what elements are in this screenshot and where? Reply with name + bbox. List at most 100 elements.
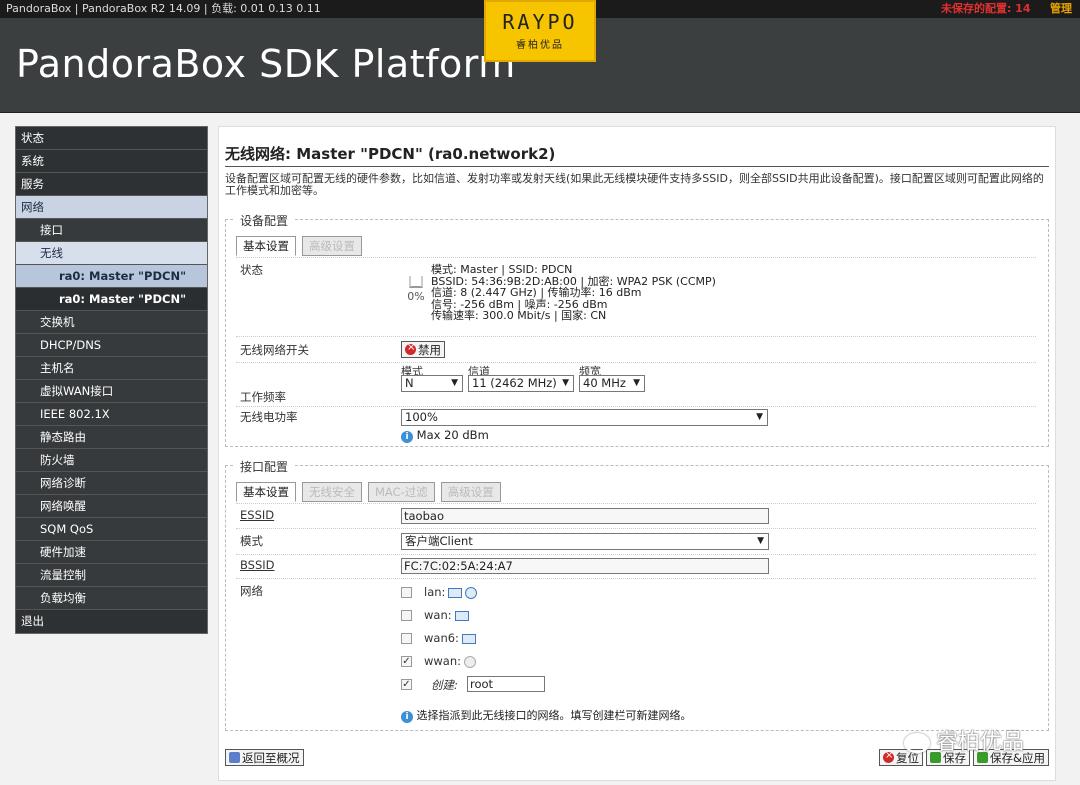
signal-percent: 0% (407, 290, 425, 303)
sidebar-item-wireless[interactable]: 无线 (16, 242, 207, 265)
power-hint-text: Max 20 dBm (416, 428, 489, 442)
info-icon: i (401, 711, 413, 723)
sidebar-item-hostnames[interactable]: 主机名 (16, 357, 207, 380)
mode-select[interactable]: N ▼ (401, 375, 463, 392)
system-title: PandoraBox | PandoraBox R2 14.09 | 负载: 0… (6, 2, 321, 15)
network-wwan-label: wwan: (424, 654, 462, 668)
status-details: 模式: Master | SSID: PDCN BSSID: 54:36:9B:… (431, 264, 716, 322)
signal-bars-icon (409, 276, 423, 288)
bssid-label: BSSID (240, 558, 275, 572)
network-wwan: wwan: (424, 654, 477, 668)
page-description: 设备配置区域可配置无线的硬件参数，比如信道、发射功率或发射天线(如果此无线模块硬… (225, 172, 1044, 197)
tab-iface-security[interactable]: 无线安全 (302, 482, 362, 502)
status-label: 状态 (240, 263, 263, 277)
iface-mode-value: 客户端Client (405, 534, 473, 548)
wireless-switch-label: 无线网络开关 (240, 343, 309, 357)
sidebar-item-load-balance[interactable]: 负载均衡 (16, 587, 207, 610)
watermark-text: 睿柏优品 (936, 730, 1025, 755)
chevron-down-icon: ▼ (451, 378, 458, 388)
width-select-value: 40 MHz (583, 376, 626, 390)
main-panel: 无线网络: Master "PDCN" (ra0.network2) 设备配置区… (218, 126, 1056, 781)
power-select[interactable]: 100% ▼ (401, 409, 768, 426)
sidebar-item-switch[interactable]: 交换机 (16, 311, 207, 334)
essid-row: ESSID taobao (236, 503, 1036, 529)
tab-iface-mac-filter[interactable]: MAC-过滤 (368, 482, 435, 502)
ethernet-icon (448, 587, 463, 598)
sidebar-item-ieee8021x[interactable]: IEEE 802.1X (16, 403, 207, 426)
essid-input[interactable]: taobao (401, 508, 769, 524)
status-row: 状态 0% 模式: Master | SSID: PDCN BSSID: 54:… (236, 257, 1036, 337)
width-select[interactable]: 40 MHz ▼ (579, 375, 645, 392)
page-title: 无线网络: Master "PDCN" (ra0.network2) (225, 143, 1049, 167)
signal-indicator: 0% (406, 276, 426, 303)
interface-tabs: 基本设置 无线安全 MAC-过滤 高级设置 (236, 482, 501, 502)
tab-iface-advanced[interactable]: 高级设置 (440, 482, 501, 502)
network-hint-text: 选择指派到此无线接口的网络。填写创建栏可新建网络。 (416, 709, 692, 722)
network-wwan-checkbox[interactable]: ✓ (401, 656, 412, 667)
sidebar-item-interfaces[interactable]: 接口 (16, 219, 207, 242)
info-icon: i (401, 431, 413, 443)
sidebar-item-traffic-control[interactable]: 流量控制 (16, 564, 207, 587)
sidebar-item-system[interactable]: 系统 (16, 150, 207, 173)
reset-icon (883, 750, 895, 763)
channel-select-value: 11 (2462 MHz) (472, 376, 557, 390)
iface-mode-row: 模式 客户端Client ▼ (236, 529, 1036, 555)
sidebar-item-status[interactable]: 状态 (16, 127, 207, 150)
sidebar-item-services[interactable]: 服务 (16, 173, 207, 196)
power-select-value: 100% (405, 410, 438, 424)
disable-icon (405, 342, 416, 355)
power-hint: i Max 20 dBm (401, 428, 489, 443)
watermark: 睿柏优品 (904, 724, 1024, 756)
device-tabs: 基本设置 高级设置 (236, 236, 362, 256)
sidebar-item-logout[interactable]: 退出 (16, 610, 207, 633)
tab-iface-basic[interactable]: 基本设置 (236, 482, 296, 502)
status-line-rate: 传输速率: 300.0 Mbit/s | 国家: CN (431, 309, 607, 322)
tab-device-basic[interactable]: 基本设置 (236, 236, 296, 256)
channel-select[interactable]: 11 (2462 MHz) ▼ (468, 375, 574, 392)
sidebar-item-hw-accel[interactable]: 硬件加速 (16, 541, 207, 564)
create-network-input[interactable]: root (467, 676, 545, 692)
bssid-input[interactable]: FC:7C:02:5A:24:A7 (401, 558, 769, 574)
network-lan: lan: (424, 585, 478, 599)
sidebar-item-ra0-master-1[interactable]: ra0: Master "PDCN" (16, 265, 207, 288)
essid-label: ESSID (240, 508, 275, 522)
network-hint: i 选择指派到此无线接口的网络。填写创建栏可新建网络。 (401, 707, 692, 723)
unsaved-changes-link[interactable]: 未保存的配置: 14 (941, 2, 1031, 15)
sidebar-item-static-routes[interactable]: 静态路由 (16, 426, 207, 449)
network-wan6-checkbox[interactable] (401, 633, 412, 644)
disable-button-label: 禁用 (418, 342, 441, 357)
chevron-down-icon: ▼ (757, 536, 764, 546)
frequency-label: 工作频率 (240, 390, 286, 404)
ethernet-icon (461, 633, 476, 644)
logo-text: RAYPO (502, 10, 578, 34)
brand-title[interactable]: PandoraBox SDK Platform (16, 42, 516, 86)
sidebar-item-diagnostics[interactable]: 网络诊断 (16, 472, 207, 495)
sidebar-item-virtual-wan[interactable]: 虚拟WAN接口 (16, 380, 207, 403)
sidebar-item-sqm-qos[interactable]: SQM QoS (16, 518, 207, 541)
chevron-down-icon: ▼ (562, 378, 569, 388)
network-lan-label: lan: (424, 585, 446, 599)
sidebar-item-dhcp-dns[interactable]: DHCP/DNS (16, 334, 207, 357)
disable-button[interactable]: 禁用 (401, 341, 445, 358)
status-line-channel: 信道: 8 (2.447 GHz) | 传输功率: 16 dBm (431, 286, 642, 299)
network-lan-checkbox[interactable] (401, 587, 412, 598)
sidebar-item-ra0-master-2[interactable]: ra0: Master "PDCN" (16, 288, 207, 311)
network-wan-checkbox[interactable] (401, 610, 412, 621)
back-to-overview-button[interactable]: 返回至概况 (225, 749, 304, 766)
sidebar-item-network[interactable]: 网络 (16, 196, 207, 219)
admin-label[interactable]: 管理 (1050, 2, 1072, 15)
sidebar-item-firewall[interactable]: 防火墙 (16, 449, 207, 472)
bssid-row: BSSID FC:7C:02:5A:24:A7 (236, 555, 1036, 579)
wifi-icon (465, 586, 478, 599)
interface-config-legend: 接口配置 (234, 458, 295, 475)
back-button-label: 返回至概况 (242, 750, 300, 765)
device-config-legend: 设备配置 (234, 212, 295, 229)
mode-select-value: N (405, 376, 414, 390)
chevron-down-icon: ▼ (633, 378, 640, 388)
network-label: 网络 (240, 584, 263, 598)
tab-device-advanced[interactable]: 高级设置 (302, 236, 362, 256)
network-create-checkbox[interactable]: ✓ (401, 679, 412, 690)
sidebar-item-wol[interactable]: 网络唤醒 (16, 495, 207, 518)
iface-mode-select[interactable]: 客户端Client ▼ (401, 533, 769, 550)
footer-left: 返回至概况 (225, 749, 304, 766)
